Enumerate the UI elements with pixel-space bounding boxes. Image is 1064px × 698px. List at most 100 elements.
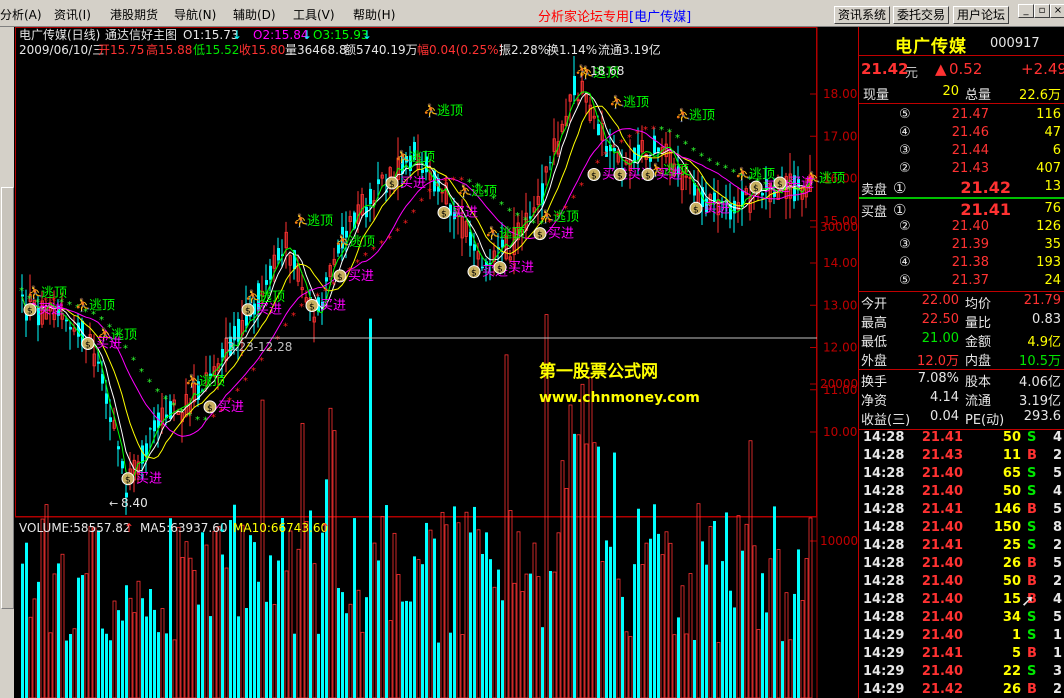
ask-level: ② — [899, 161, 911, 176]
trend-star: * — [19, 286, 24, 297]
volume-bar — [141, 598, 144, 698]
escape-signal: ⛹逃顶 — [423, 102, 463, 119]
fund-label: 换手 — [861, 375, 888, 390]
watermark-url: www.chnmoney.com — [539, 390, 700, 406]
volume-bar — [529, 573, 532, 698]
tick-count: 2 — [1053, 574, 1063, 589]
volume-bar — [149, 589, 152, 698]
tick-price: 21.40 — [921, 610, 963, 625]
tick-price: 21.42 — [921, 682, 963, 697]
buy-label: 买进 — [320, 298, 346, 313]
tick-time: 14:28 — [863, 574, 905, 589]
volume-bar — [325, 479, 328, 698]
trend-star: * — [643, 125, 648, 136]
trend-star: * — [579, 181, 584, 192]
volume-bar — [37, 581, 40, 698]
menu-analysis[interactable]: 分析(A) — [0, 6, 42, 23]
news-system-button[interactable]: 资讯系统 — [834, 6, 891, 24]
candle-body — [145, 443, 148, 456]
volume-bar — [781, 641, 784, 698]
trend-star: * — [507, 206, 512, 217]
menu-hk-futures[interactable]: 港股期货 — [110, 6, 158, 23]
buy-signal: $ 买进 — [689, 201, 730, 216]
candle-body — [369, 188, 372, 205]
volume-bar — [541, 627, 544, 698]
trend-star: * — [451, 176, 456, 187]
menu-navigate[interactable]: 导航(N) — [174, 6, 216, 23]
left-scrollbar[interactable] — [0, 27, 14, 698]
watermark-title: 第一股票公式网 — [539, 361, 658, 382]
ask-volume: 116 — [1036, 107, 1061, 122]
candle-body — [265, 280, 268, 285]
bid-level: ③ — [899, 237, 911, 252]
menu-tools[interactable]: 工具(V) — [293, 6, 335, 23]
buy-signal: $ 买进 — [23, 303, 64, 318]
escape-label: 逃顶 — [471, 184, 497, 199]
buy-signal: $ 买进 — [385, 176, 426, 191]
menu-news[interactable]: 资讯(I) — [54, 6, 91, 23]
volume-bar — [653, 504, 656, 698]
ask-level: ④ — [899, 125, 911, 140]
price-axis-label: 17.00 — [823, 129, 857, 143]
tick-price: 21.40 — [921, 466, 963, 481]
volume-bar — [621, 596, 624, 698]
volume-bar — [605, 540, 608, 698]
buy-label: 买进 — [452, 206, 478, 221]
volume-bar — [81, 575, 84, 698]
user-forum-button[interactable]: 用户论坛 — [953, 6, 1010, 24]
tick-price: 21.43 — [921, 448, 963, 463]
bid-level: ② — [899, 219, 911, 234]
volume-axis-label: 10000 — [820, 534, 858, 548]
ask-level: ③ — [899, 143, 911, 158]
high-label: 18.68 — [590, 64, 624, 78]
change-pct: +2.49 — [1021, 60, 1064, 78]
volume-bar — [65, 640, 68, 698]
trend-star: * — [259, 356, 264, 367]
stat-value: 21.79 — [1023, 293, 1061, 308]
volume-bar — [385, 505, 388, 698]
volume-bar — [145, 616, 148, 698]
stock-code: 000917 — [990, 36, 1040, 51]
volume-bar — [677, 617, 680, 698]
o1-value: O1:15.73 — [183, 28, 238, 42]
menu-assist[interactable]: 辅助(D) — [233, 6, 276, 23]
volume-bar — [69, 633, 72, 698]
tick-time: 14:28 — [863, 538, 905, 553]
info-high: 高15.88 — [146, 42, 192, 57]
volume-bar — [77, 577, 80, 698]
close-icon[interactable]: × — [1050, 4, 1064, 18]
volume-axis-label: 30000 — [820, 220, 858, 234]
tick-count: 5 — [1053, 610, 1063, 625]
volume-bar — [345, 613, 348, 698]
tick-time: 14:28 — [863, 520, 905, 535]
candle-body — [153, 420, 156, 432]
trade-button[interactable]: 委托交易 — [893, 6, 950, 24]
tick-price: 21.41 — [921, 538, 963, 553]
fund-value: 4.06亿 — [1019, 375, 1061, 390]
kline-chart[interactable]: 18.0017.0016.0015.0014.0013.0012.0011.00… — [15, 27, 858, 698]
volume-bar — [701, 541, 704, 698]
trend-star: * — [243, 376, 248, 387]
tick-count: 1 — [1053, 628, 1063, 643]
volume-bar — [637, 508, 640, 698]
tick-time: 14:28 — [863, 484, 905, 499]
scrollbar-thumb[interactable] — [1, 187, 14, 609]
minimize-icon[interactable]: _ — [1018, 4, 1034, 18]
tick-price: 21.40 — [921, 574, 963, 589]
tick-side: S — [1027, 430, 1037, 445]
restore-icon[interactable]: ▫ — [1034, 4, 1050, 18]
tick-side: S — [1027, 664, 1037, 679]
total-vol: 22.6万 — [1019, 88, 1061, 103]
volume-bar — [277, 560, 280, 698]
stat-label: 今开 — [861, 297, 888, 312]
tick-price: 21.41 — [921, 502, 963, 517]
stat-value: 22.00 — [921, 293, 959, 308]
last-price: 21.42 — [861, 60, 909, 78]
trend-star: * — [651, 124, 656, 135]
volume-bar — [473, 506, 476, 698]
tick-volume: 150 — [993, 520, 1021, 535]
trend-star: * — [147, 377, 152, 388]
tick-count: 5 — [1053, 466, 1063, 481]
menu-help[interactable]: 帮助(H) — [353, 6, 395, 23]
stat-value: 22.50 — [921, 312, 959, 327]
